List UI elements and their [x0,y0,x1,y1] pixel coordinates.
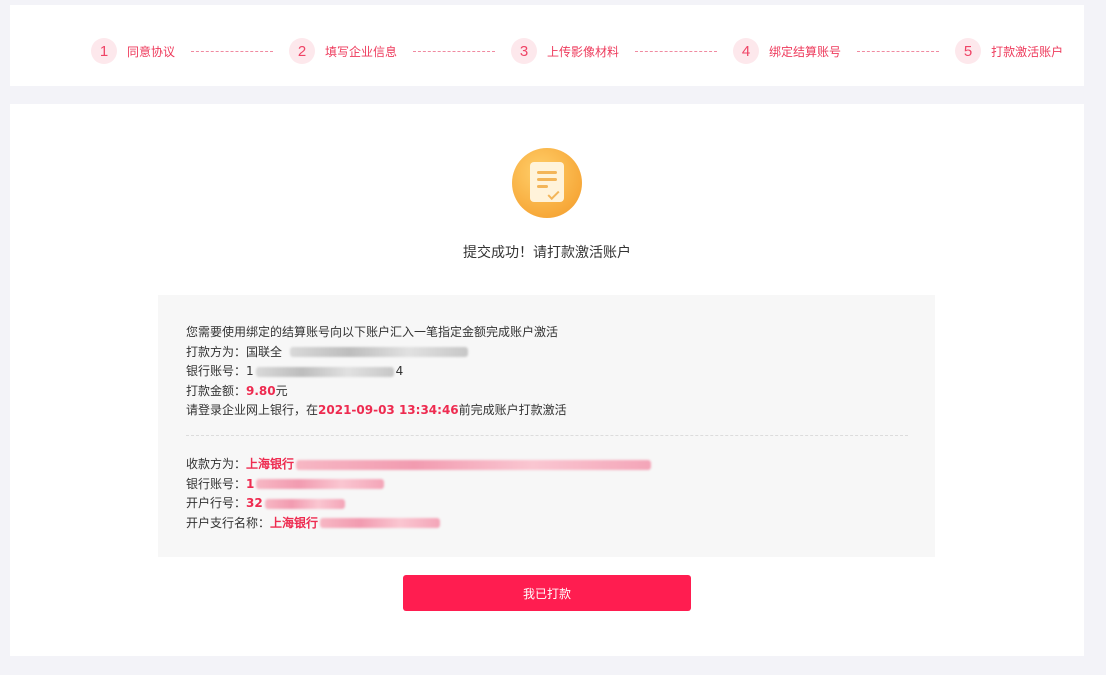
step-3: 3 上传影像材料 [511,38,619,64]
bank-code-value: 32 [246,496,263,510]
success-title: 提交成功！请打款激活账户 [463,245,631,261]
step-separator [413,50,496,52]
amount-unit: 元 [275,383,288,398]
branch-row: 开户支行名称：上海银行 [186,514,651,534]
amount-row: 打款金额：9.80元 [186,382,567,402]
redacted-text [320,518,441,528]
payer-label: 打款方为： [186,344,247,359]
bank-account-label: 银行账号： [186,364,247,378]
document-check-icon [512,148,582,218]
document-line [537,171,557,174]
step-number: 3 [511,38,538,64]
step-5: 5 打款激活账户 [955,38,1063,64]
redacted-text [256,479,385,489]
document-line [537,178,557,181]
step-2: 2 填写企业信息 [289,38,397,64]
progress-steps: 1 同意协议 2 填写企业信息 3 上传影像材料 4 绑定结算账号 5 打款激活… [91,38,1063,64]
step-separator [857,50,940,52]
payee-row: 收款方为：上海银行 [186,455,652,475]
payment-instructions: 您需要使用绑定的结算账号向以下账户汇入一笔指定金额完成账户激活 打款方为：国联全… [186,323,567,421]
redacted-text [255,366,394,377]
paid-button[interactable]: 我已打款 [403,575,691,611]
step-label: 打款激活账户 [991,44,1064,59]
step-number: 4 [733,38,760,64]
step-1: 1 同意协议 [91,38,175,64]
document-icon [530,162,564,202]
deadline-value: 2021-09-03 13:34:46 [318,403,459,417]
bank-account-value: 1 [246,476,255,491]
step-label: 绑定结算账号 [769,44,842,59]
payer-bank-account-row: 银行账号：1 4 [186,362,567,382]
payer-value: 国联全 [246,344,283,359]
payee-details: 收款方为：上海银行 银行账号：1 开户行号：32 开户支行名称：上海银行 [186,455,652,534]
payee-value: 上海银行 [246,457,295,471]
amount-label: 打款金额： [186,383,247,398]
redacted-text [264,498,345,509]
step-4: 4 绑定结算账号 [733,38,841,64]
divider [186,435,908,436]
bank-account-start: 1 [246,364,254,378]
payee-label: 收款方为： [186,457,247,471]
step-number: 5 [955,38,982,64]
payer-row: 打款方为：国联全 [186,343,567,363]
bank-account-end: 4 [395,364,404,378]
instruction-intro: 您需要使用绑定的结算账号向以下账户汇入一笔指定金额完成账户激活 [186,325,559,339]
check-icon [547,187,560,201]
bank-account-label: 银行账号： [186,476,247,491]
amount-value: 9.80 [246,383,276,398]
payee-bank-account-row: 银行账号：1 [186,475,651,495]
redacted-text [296,459,652,470]
step-separator [635,50,718,52]
deadline-suffix: 前完成账户打款激活 [458,403,567,417]
step-label: 上传影像材料 [547,44,620,59]
step-label: 同意协议 [127,44,176,59]
step-label: 填写企业信息 [325,44,398,59]
branch-value: 上海银行 [270,515,319,530]
bank-code-row: 开户行号：32 [186,494,651,514]
activation-card: 提交成功！请打款激活账户 您需要使用绑定的结算账号向以下账户汇入一笔指定金额完成… [10,104,1084,656]
step-separator [191,50,274,52]
redacted-text [289,347,468,357]
deadline-prefix: 请登录企业网上银行，在 [186,403,319,417]
step-number: 1 [91,38,117,64]
document-line [537,185,548,188]
payment-info-box: 您需要使用绑定的结算账号向以下账户汇入一笔指定金额完成账户激活 打款方为：国联全… [158,295,935,557]
step-number: 2 [289,38,316,64]
bank-code-label: 开户行号： [186,496,247,510]
deadline-row: 请登录企业网上银行，在2021-09-03 13:34:46前完成账户打款激活 [186,401,567,421]
branch-label: 开户支行名称： [186,515,271,530]
progress-steps-card: 1 同意协议 2 填写企业信息 3 上传影像材料 4 绑定结算账号 5 打款激活… [10,5,1084,86]
